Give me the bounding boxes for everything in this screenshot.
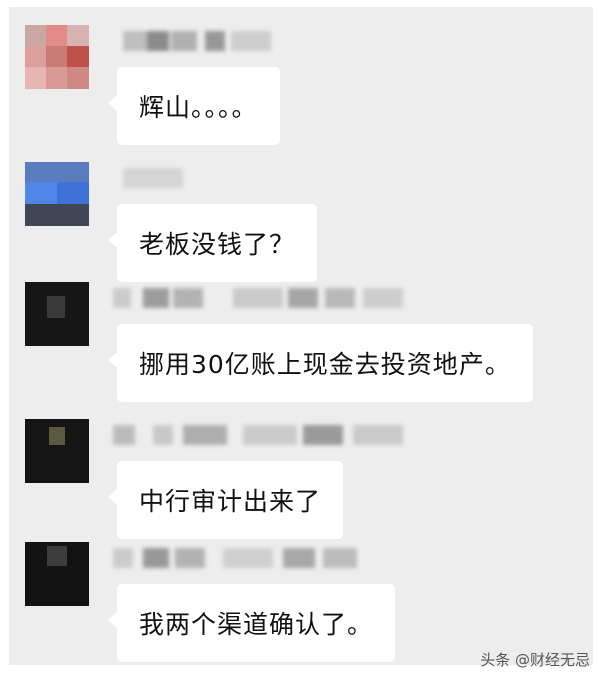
avatar-pixel (57, 182, 89, 204)
avatar-pixel (25, 182, 57, 204)
sender-avatar[interactable] (25, 542, 89, 606)
sender-name-redacted (113, 288, 413, 308)
sender-avatar[interactable] (25, 282, 89, 346)
sender-avatar[interactable] (25, 25, 89, 89)
sender-name-redacted (113, 31, 313, 51)
avatar-pixel (46, 25, 68, 47)
source-watermark: 头条 @财经无忌 (480, 651, 590, 669)
avatar-pixel (47, 546, 67, 566)
avatar-pixel (25, 46, 47, 68)
avatar-pixel (25, 67, 47, 89)
avatar-pixel (67, 67, 89, 89)
sender-avatar[interactable] (25, 162, 89, 226)
message-bubble[interactable]: 辉山。。。。 (108, 67, 280, 145)
avatar-pixel (25, 204, 89, 226)
avatar-pixel (25, 162, 89, 182)
message-text: 我两个渠道确认了。 (139, 610, 374, 639)
sender-name-redacted (113, 168, 213, 188)
message-bubble[interactable]: 老板没钱了？ (107, 204, 318, 282)
message-text: 辉山。。。。 (139, 93, 258, 122)
sender-name-redacted (113, 548, 413, 568)
message-bubble[interactable]: 中行审计出来了 (107, 461, 344, 539)
message-text: 中行审计出来了 (139, 487, 322, 516)
avatar-pixel (46, 67, 68, 89)
sender-name-redacted (113, 425, 413, 445)
avatar-pixel (25, 25, 47, 47)
message-bubble[interactable]: 挪用30亿账上现金去投资地产。 (108, 324, 533, 402)
sender-avatar[interactable] (25, 419, 89, 483)
message-bubble[interactable]: 我两个渠道确认了。 (107, 584, 396, 662)
avatar-pixel (47, 296, 65, 318)
message-text: 挪用30亿账上现金去投资地产。 (139, 350, 511, 379)
chat-panel: 辉山。。。。 老板没钱了？ 挪用30亿账上现金去投资地产。 中行审计出来了 我两… (9, 7, 593, 665)
avatar-pixel (49, 427, 65, 445)
avatar-pixel (67, 46, 89, 68)
avatar-pixel (46, 46, 68, 68)
message-text: 老板没钱了？ (139, 230, 296, 259)
avatar-pixel (67, 25, 89, 47)
